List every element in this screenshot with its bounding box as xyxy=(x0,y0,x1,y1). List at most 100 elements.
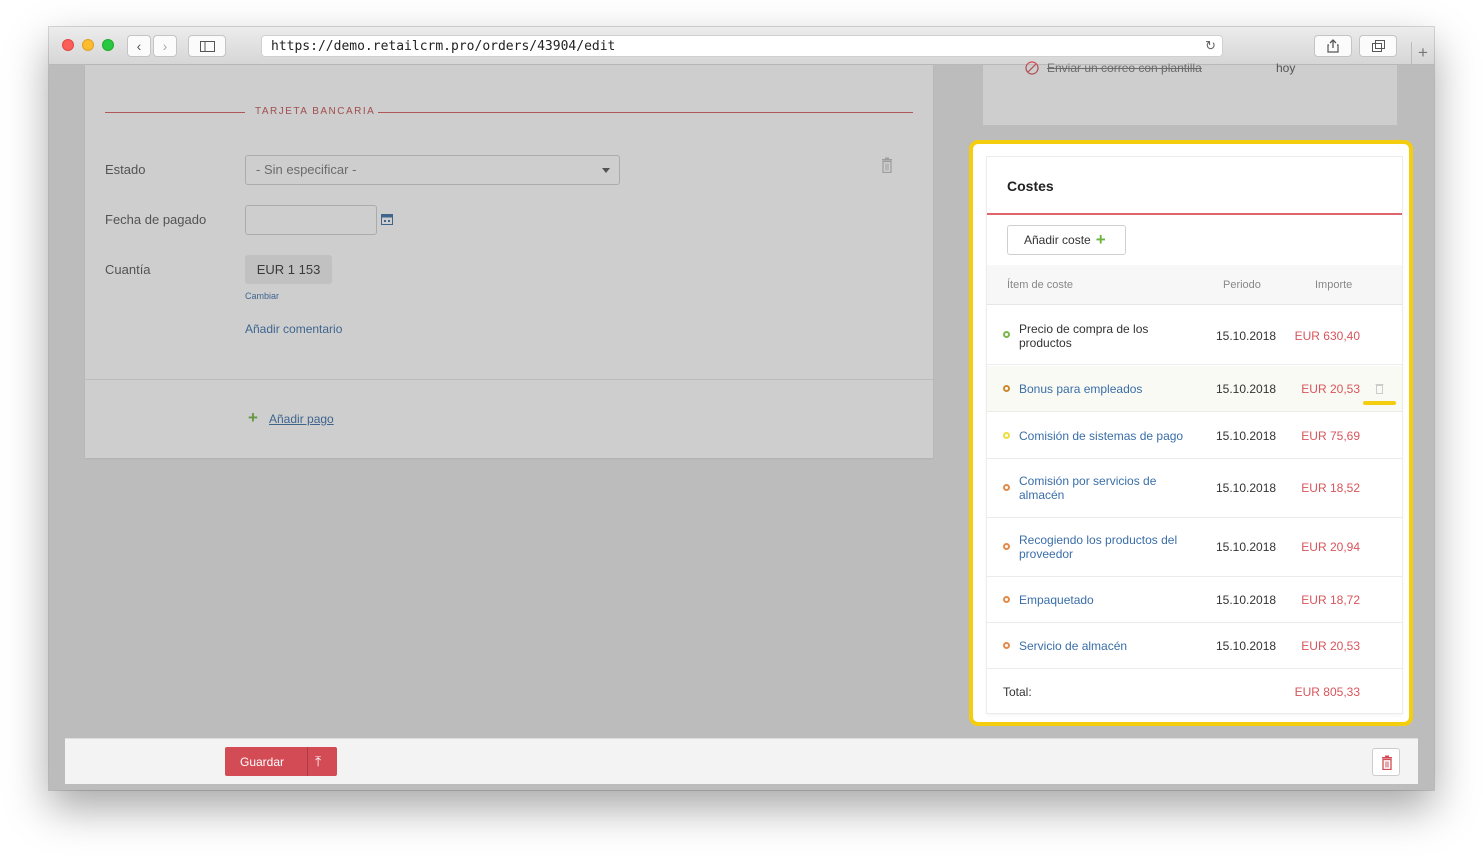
cost-item-amount: EUR 18,72 xyxy=(1301,593,1360,607)
status-dot-icon xyxy=(1003,484,1010,491)
column-period: Periodo xyxy=(1223,279,1261,291)
tabs-icon xyxy=(1371,40,1385,52)
status-dot-icon xyxy=(1003,432,1010,439)
chevron-right-icon: › xyxy=(162,38,168,54)
cost-row[interactable]: Empaquetado 15.10.2018 EUR 18,72 xyxy=(987,577,1402,623)
delete-order-button[interactable] xyxy=(1372,748,1400,776)
payment-divider xyxy=(85,379,933,380)
browser-toolbar: ‹ › https://demo.retailcrm.pro/orders/43… xyxy=(49,27,1434,65)
task-text[interactable]: Enviar un correo con plantilla xyxy=(1047,61,1202,75)
sidebar-toggle-button[interactable] xyxy=(188,35,226,57)
cost-item-period: 15.10.2018 xyxy=(1216,382,1277,396)
status-dot-icon xyxy=(1003,543,1010,550)
browser-window: ‹ › https://demo.retailcrm.pro/orders/43… xyxy=(49,27,1434,790)
section-title: TARJETA BANCARIA xyxy=(255,106,376,117)
cambiar-link[interactable]: Cambiar xyxy=(245,291,279,301)
cost-item-amount: EUR 630,40 xyxy=(1294,329,1360,343)
add-cost-label: Añadir coste xyxy=(1024,233,1091,247)
cost-row[interactable]: Bonus para empleados 15.10.2018 EUR 20,5… xyxy=(987,366,1402,412)
cost-item-name[interactable]: Servicio de almacén xyxy=(1019,639,1194,653)
cost-item-name[interactable]: Bonus para empleados xyxy=(1019,382,1194,396)
cost-item-period: 15.10.2018 xyxy=(1216,481,1277,495)
add-comment-link[interactable]: Añadir comentario xyxy=(245,322,342,336)
column-amount: Importe xyxy=(1315,279,1353,291)
cost-item-name: Precio de compra de los productos xyxy=(1019,322,1149,350)
costs-panel: Costes Añadir coste + Ítem de coste Perio… xyxy=(987,157,1402,713)
cost-item-period: 15.10.2018 xyxy=(1216,429,1277,443)
cost-item-period: 15.10.2018 xyxy=(1216,593,1277,607)
minimize-window-button[interactable] xyxy=(82,39,94,51)
cuantia-value: EUR 1 153 xyxy=(245,255,332,284)
cost-row[interactable]: Comisión por servicios de almacén 15.10.… xyxy=(987,459,1402,518)
save-button[interactable]: Guardar ⤒ xyxy=(225,747,337,776)
zoom-window-button[interactable] xyxy=(102,39,114,51)
button-separator xyxy=(307,747,308,776)
cost-row[interactable]: Servicio de almacén 15.10.2018 EUR 20,53 xyxy=(987,623,1402,669)
status-dot-icon xyxy=(1003,596,1010,603)
sidebar-icon xyxy=(199,40,215,52)
payment-card: TARJETA BANCARIA Estado - Sin especifica… xyxy=(85,65,933,458)
trash-icon[interactable] xyxy=(881,157,893,173)
url-text: https://demo.retailcrm.pro/orders/43904/… xyxy=(271,39,616,54)
costs-table-header: Ítem de coste Periodo Importe xyxy=(987,265,1402,305)
costs-title-underline xyxy=(987,213,1402,215)
total-label: Total: xyxy=(1003,685,1032,699)
plus-icon: + xyxy=(1418,43,1428,62)
cost-item-name[interactable]: Empaquetado xyxy=(1019,593,1194,607)
cost-item-name[interactable]: Comisión por servicios de almacén xyxy=(1019,474,1194,502)
plus-icon: + xyxy=(1095,230,1106,249)
bottom-action-bar: Guardar ⤒ xyxy=(65,738,1418,784)
share-icon xyxy=(1327,39,1339,53)
new-tab-button[interactable]: + xyxy=(1411,42,1434,65)
close-window-button[interactable] xyxy=(62,39,74,51)
address-bar[interactable]: https://demo.retailcrm.pro/orders/43904/… xyxy=(261,35,1223,57)
column-item: Ítem de coste xyxy=(1007,279,1074,291)
cuantia-label: Cuantía xyxy=(105,262,151,277)
blocked-icon xyxy=(1025,61,1039,75)
cost-row[interactable]: Precio de compra de los productos 15.10.… xyxy=(987,306,1402,365)
arrow-up-icon[interactable]: ⤒ xyxy=(315,753,321,770)
cost-item-period: 15.10.2018 xyxy=(1216,329,1277,343)
cost-item-period: 15.10.2018 xyxy=(1216,540,1277,554)
share-button[interactable] xyxy=(1314,35,1352,57)
estado-select[interactable]: - Sin especificar - xyxy=(245,155,620,185)
trash-icon[interactable] xyxy=(1375,383,1384,394)
cost-row[interactable]: Comisión de sistemas de pago 15.10.2018 … xyxy=(987,413,1402,459)
hover-indicator xyxy=(1363,401,1396,405)
task-when: hoy xyxy=(1276,61,1296,75)
status-dot-icon xyxy=(1003,331,1010,338)
cost-item-name[interactable]: Recogiendo los productos del proveedor xyxy=(1019,533,1194,561)
cost-item-amount: EUR 20,53 xyxy=(1301,639,1360,653)
cost-item-amount: EUR 18,52 xyxy=(1301,481,1360,495)
back-button[interactable]: ‹ xyxy=(127,35,151,57)
forward-button[interactable]: › xyxy=(153,35,177,57)
fecha-label: Fecha de pagado xyxy=(105,212,207,227)
estado-label: Estado xyxy=(105,162,146,177)
reload-icon[interactable]: ↻ xyxy=(1205,36,1216,57)
total-value: EUR 805,33 xyxy=(1294,685,1360,699)
page-content: TARJETA BANCARIA Estado - Sin especifica… xyxy=(49,61,1434,790)
cost-item-amount: EUR 20,94 xyxy=(1301,540,1360,554)
task-card: Enviar un correo con plantilla hoy xyxy=(983,61,1397,125)
cost-row[interactable]: Recogiendo los productos del proveedor 1… xyxy=(987,518,1402,577)
costs-total-row: Total: EUR 805,33 xyxy=(987,669,1402,713)
section-divider xyxy=(378,112,913,113)
caret-down-icon xyxy=(602,168,610,173)
save-label: Guardar xyxy=(240,755,285,769)
status-dot-icon xyxy=(1003,385,1010,392)
add-payment-link[interactable]: Añadir pago xyxy=(269,412,334,426)
calendar-icon[interactable] xyxy=(381,213,393,225)
cost-item-period: 15.10.2018 xyxy=(1216,639,1277,653)
section-divider xyxy=(105,112,245,113)
add-cost-button[interactable]: Añadir coste + xyxy=(1007,225,1126,255)
costs-title: Costes xyxy=(1007,178,1054,194)
chevron-left-icon: ‹ xyxy=(136,38,142,54)
cost-item-amount: EUR 75,69 xyxy=(1301,429,1360,443)
status-dot-icon xyxy=(1003,642,1010,649)
cost-item-name[interactable]: Comisión de sistemas de pago xyxy=(1019,429,1194,443)
costs-highlight: Costes Añadir coste + Ítem de coste Perio… xyxy=(969,140,1413,726)
fecha-input[interactable] xyxy=(245,205,377,235)
estado-value: - Sin especificar - xyxy=(256,162,357,177)
trash-icon xyxy=(1382,755,1392,770)
tabs-overview-button[interactable] xyxy=(1359,35,1397,57)
